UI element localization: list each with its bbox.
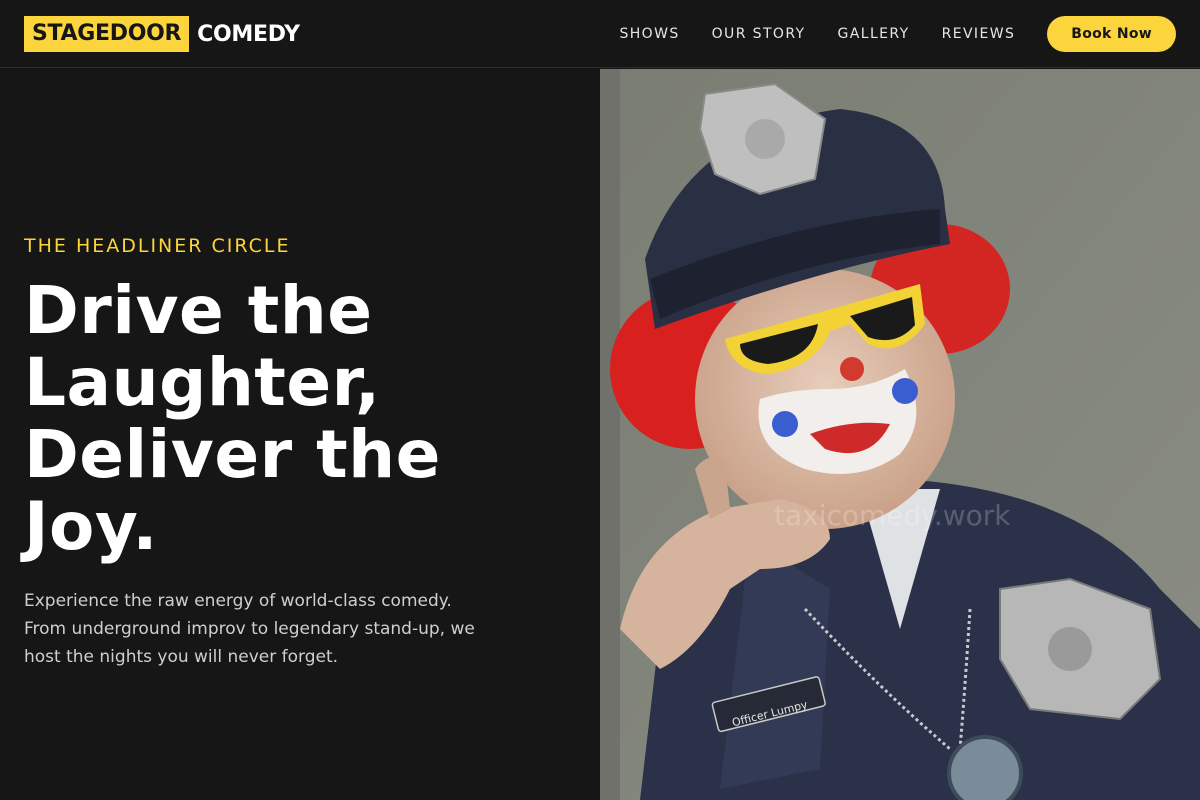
brand-logo[interactable]: STAGEDOOR COMEDY <box>24 16 300 52</box>
book-now-button[interactable]: Book Now <box>1047 16 1176 52</box>
clown-officer-photo <box>600 69 1200 800</box>
hero-eyebrow: THE HEADLINER CIRCLE <box>24 235 291 257</box>
headline-line: Joy. <box>24 488 158 565</box>
brand-logo-mark: STAGEDOOR <box>24 16 190 52</box>
headline-line: Drive the <box>24 272 373 349</box>
image-watermark: taxicomedy.work <box>774 499 1011 532</box>
hero-lead-paragraph: Experience the raw energy of world-class… <box>24 591 475 667</box>
nav-link-reviews[interactable]: REVIEWS <box>942 26 1016 42</box>
hero-headline: Drive the Laughter, Deliver the Joy. <box>24 275 544 563</box>
hero-image: taxicomedy.work Officer Lumpy <box>600 69 1200 800</box>
brand-logo-word: COMEDY <box>197 21 300 47</box>
hero-text-panel: THE HEADLINER CIRCLE Drive the Laughter,… <box>0 69 600 800</box>
nav-link-gallery[interactable]: GALLERY <box>838 26 910 42</box>
headline-line: Laughter, <box>24 344 381 421</box>
top-navigation-bar: STAGEDOOR COMEDY SHOWS OUR STORY GALLERY… <box>0 0 1200 68</box>
nav-link-our-story[interactable]: OUR STORY <box>712 26 806 42</box>
main-nav: SHOWS OUR STORY GALLERY REVIEWS Book Now <box>619 16 1176 52</box>
headline-line: Deliver the <box>24 416 441 493</box>
nav-link-shows[interactable]: SHOWS <box>619 26 679 42</box>
